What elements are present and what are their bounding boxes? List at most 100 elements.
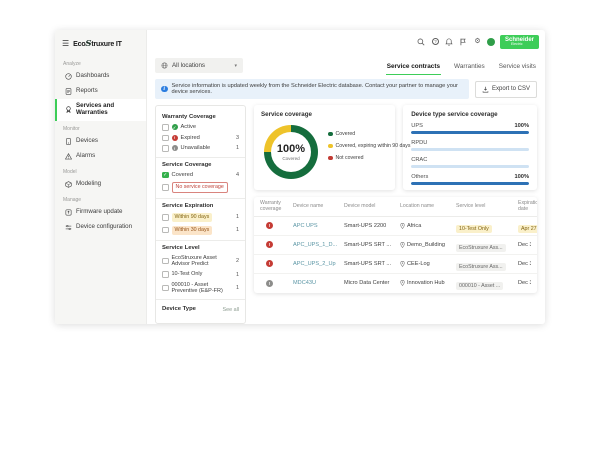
device-name-link[interactable]: APC_UPS_2_Up <box>293 261 344 267</box>
chevron-down-icon: ▾ <box>234 63 237 69</box>
report-icon <box>65 88 72 95</box>
filter-title-service-expiration: Service Expiration <box>162 203 239 209</box>
sidebar-item-device-configuration[interactable]: Device configuration <box>55 220 146 235</box>
expiration-badge: Apr 27, 2024 <box>518 225 537 233</box>
checkbox-expired[interactable] <box>162 135 169 142</box>
main-area: ? ⚙ Schneider Electric All locations ▾ S… <box>147 30 545 324</box>
tab-warranties[interactable]: Warranties <box>453 59 486 75</box>
legend-covered-dot <box>328 132 333 137</box>
sidebar-item-modeling[interactable]: Modeling <box>55 177 146 192</box>
filter-option-asset-preventive[interactable]: 000010 - Asset Preventive (E&P-FR) 1 <box>162 282 239 295</box>
see-all-link[interactable]: See all <box>223 307 239 313</box>
divider <box>156 299 245 300</box>
firmware-update-icon <box>65 209 72 216</box>
device-name-link[interactable]: APC UPS <box>293 223 344 229</box>
filter-option-active[interactable]: ✓ Active <box>162 124 239 131</box>
sidebar-logo-row: ☰ EcoStruxure IT <box>55 30 146 56</box>
service-level-badge: 10-Test Only <box>456 225 492 233</box>
sidebar-item-dashboards[interactable]: Dashboards <box>55 69 146 84</box>
schneider-electric-logo[interactable]: Schneider Electric <box>500 35 539 49</box>
flag-icon[interactable] <box>459 37 468 46</box>
checkbox-within-90-days[interactable] <box>162 214 169 221</box>
coverage-bar-rpdu: RPDU <box>411 140 529 151</box>
ecostruxure-it-app: ☰ EcoStruxure IT Analyze Dashboards Repo… <box>55 30 545 324</box>
filter-title-service-level: Service Level <box>162 245 239 251</box>
notifications-icon[interactable] <box>445 37 454 46</box>
settings-icon[interactable]: ⚙ <box>473 37 482 46</box>
divider <box>156 240 245 241</box>
table-header: Warranty coverage Device name Device mod… <box>254 197 537 217</box>
col-device-model[interactable]: Device model <box>344 204 400 210</box>
tab-bar: Service contracts Warranties Service vis… <box>386 59 537 75</box>
sidebar-item-services-and-warranties[interactable]: Services and Warranties <box>55 99 146 121</box>
filter-option-10-test-only[interactable]: 10-Test Only 1 <box>162 271 239 278</box>
col-device-name[interactable]: Device name <box>293 204 344 210</box>
checkbox-asset-advisor-predict[interactable] <box>162 258 169 265</box>
menu-icon[interactable]: ☰ <box>62 40 69 48</box>
checkbox-asset-preventive[interactable] <box>162 285 169 292</box>
service-coverage-donut: 100% Covered <box>264 125 318 179</box>
globe-icon <box>161 62 168 69</box>
col-service-level[interactable]: Service level <box>456 204 518 210</box>
sidebar-item-reports[interactable]: Reports <box>55 84 146 99</box>
service-level-badge: 000010 - Asset ... <box>456 282 503 290</box>
sidebar-item-alarms[interactable]: Alarms <box>55 149 146 164</box>
filter-title-service-coverage: Service Coverage <box>162 162 239 168</box>
device-name-link[interactable]: MDC43U <box>293 280 344 286</box>
coverage-bar-ups: UPS100% <box>411 123 529 134</box>
sidebar-section-manage: Manage <box>55 192 146 205</box>
location-selector[interactable]: All locations ▾ <box>155 58 243 73</box>
checkbox-within-30-days[interactable] <box>162 227 169 234</box>
tab-service-contracts[interactable]: Service contracts <box>386 59 441 75</box>
checkbox-unavailable[interactable] <box>162 145 169 152</box>
help-icon[interactable]: ? <box>431 37 440 46</box>
services-warranties-icon <box>65 106 72 113</box>
alarm-icon <box>65 153 72 160</box>
service-coverage-card: Service coverage 100% Covered Covered Co… <box>254 105 395 190</box>
table-row[interactable]: ! APC UPS Smart-UPS 2200 Africa 10-Test … <box>254 217 537 236</box>
filter-option-within-30-days[interactable]: Within 30 days 1 <box>162 226 239 235</box>
device-type-coverage-card: Device type service coverage UPS100% RPD… <box>403 105 537 190</box>
filter-option-expired[interactable]: ! Expired 3 <box>162 135 239 142</box>
table-row[interactable]: ! MDC43U Micro Data Center Innovation Hu… <box>254 274 537 293</box>
active-status-icon: ✓ <box>172 124 178 130</box>
divider <box>156 198 245 199</box>
service-level-badge: EcoStruxure Ass... <box>456 263 506 271</box>
checkbox-active[interactable] <box>162 124 169 131</box>
sidebar-section-monitor: Monitor <box>55 121 146 134</box>
search-icon[interactable] <box>417 37 426 46</box>
filter-panel: Warranty Coverage ✓ Active ! Expired 3 ! <box>155 105 246 324</box>
filter-option-asset-advisor-predict[interactable]: EcoStruxure Asset Advisor Predict 2 <box>162 255 239 268</box>
location-pin-icon <box>400 242 405 248</box>
info-banner: i Service information is updated weekly … <box>155 79 469 99</box>
col-expiration-date[interactable]: Expiration date i ↑ <box>518 201 537 213</box>
tab-service-visits[interactable]: Service visits <box>498 59 537 75</box>
sidebar-item-firmware-update[interactable]: Firmware update <box>55 205 146 220</box>
sidebar-item-devices[interactable]: Devices <box>55 134 146 149</box>
coverage-bar-crac: CRAC <box>411 157 529 168</box>
warranty-expired-icon: ! <box>266 260 273 267</box>
col-warranty-coverage[interactable]: Warranty coverage <box>260 201 293 213</box>
app-logo: EcoStruxure IT <box>73 39 122 49</box>
service-level-badge: EcoStruxure Ass... <box>456 244 506 252</box>
table-row[interactable]: ! APC_UPS_1_D... Smart-UPS SRT ... Demo_… <box>254 236 537 255</box>
warranty-expired-icon: ! <box>266 222 273 229</box>
checkbox-no-service-coverage[interactable] <box>162 184 169 191</box>
avatar[interactable] <box>487 38 495 46</box>
filter-option-unavailable[interactable]: ! Unavailable 1 <box>162 145 239 152</box>
divider <box>156 157 245 158</box>
checkbox-covered[interactable]: ✓ <box>162 172 169 179</box>
col-location-name[interactable]: Location name <box>400 204 456 210</box>
table-row[interactable]: ! APC_UPS_2_Up Smart-UPS SRT ... CEE-Log… <box>254 255 537 274</box>
donut-center-value: 100% <box>277 144 305 155</box>
filter-option-within-90-days[interactable]: Within 90 days 1 <box>162 213 239 222</box>
export-csv-button[interactable]: Export to CSV <box>475 81 537 98</box>
filter-option-covered[interactable]: ✓ Covered 4 <box>162 172 239 179</box>
modeling-icon <box>65 181 72 188</box>
warranty-unavailable-icon: ! <box>266 280 273 287</box>
checkbox-10-test-only[interactable] <box>162 271 169 278</box>
filter-option-no-service-coverage[interactable]: No service coverage <box>162 182 239 193</box>
dashboard-icon <box>65 73 72 80</box>
device-name-link[interactable]: APC_UPS_1_D... <box>293 242 344 248</box>
content-area: Warranty Coverage ✓ Active ! Expired 3 ! <box>147 99 545 324</box>
